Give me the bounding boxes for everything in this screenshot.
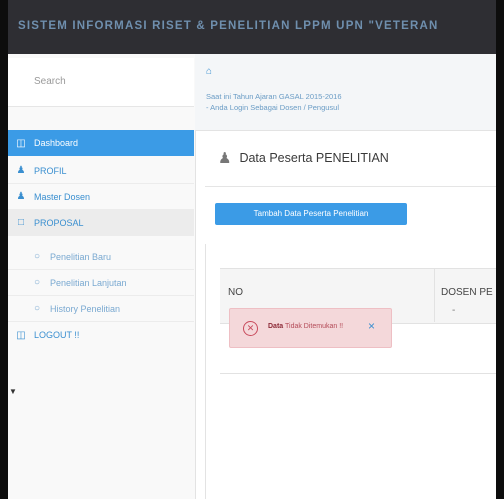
folder-icon: □ [17,217,25,228]
collapse-caret-icon[interactable]: ▼ [9,387,17,396]
sidebar-item-label: Dashboard [34,138,79,148]
sidebar-item-dashboard[interactable]: ◫ Dashboard [8,130,194,156]
sidebar-item-profil[interactable]: ♟ PROFIL [8,158,194,184]
sidebar-item-label: Penelitian Lanjutan [50,277,127,288]
add-participant-button[interactable]: Tambah Data Peserta Penelitian [215,203,407,225]
page-title-text: Data Peserta PENELITIAN [239,151,389,165]
search-input-placeholder: Search [34,76,66,87]
sidebar-item-master-dosen[interactable]: ♟ Master Dosen [8,184,194,210]
circle-icon: ○ [33,277,41,288]
sidebar-item-label: History Penelitian [50,303,121,314]
column-divider [434,268,435,322]
table-bottom-border [220,373,496,374]
page-title: ♟ Data Peserta PENELITIAN [218,149,389,167]
no-data-alert: ✕ Data Tidak Ditemukan !! × [229,308,392,348]
academic-year-text: Saat ini Tahun Ajaran GASAL 2015-2016 [206,92,342,101]
alert-message-bold: Data [268,323,284,330]
sidebar-search[interactable]: Search [8,58,194,107]
breadcrumb: ⌂ Saat ini Tahun Ajaran GASAL 2015-2016 … [195,54,496,131]
alert-message: Data Tidak Ditemukan !! [268,323,343,330]
sidebar-item-logout[interactable]: ◫ LOGOUT !! [8,322,194,348]
sidebar-item-penelitian-lanjutan[interactable]: ○ Penelitian Lanjutan [8,270,194,296]
column-header-no: NO [228,287,243,298]
sidebar-item-history-penelitian[interactable]: ○ History Penelitian [8,296,194,322]
sidebar-item-penelitian-baru[interactable]: ○ Penelitian Baru [8,244,194,270]
dashboard-icon: ◫ [16,137,26,149]
sidebar-item-label: Master Dosen [34,191,91,202]
window-frame-right [496,0,504,499]
table-cell-value: - [452,305,456,316]
circle-icon: ○ [33,251,41,262]
user-icon: ♟ [16,191,26,202]
alert-message-text: Tidak Ditemukan !! [283,323,344,330]
error-circle-icon: ✕ [243,321,258,336]
sidebar-item-label: LOGOUT !! [34,330,80,340]
home-icon[interactable]: ⌂ [206,66,212,77]
title-divider [205,186,496,187]
login-role-text: - Anda Login Sebagai Dosen / Pengusul [206,103,340,112]
sidebar-item-proposal[interactable]: □ PROPOSAL [8,210,194,236]
close-icon[interactable]: × [368,319,375,333]
circle-icon: ○ [33,303,41,314]
column-header-dosen: DOSEN PE [441,287,493,298]
sidebar-item-label: PROFIL [34,165,67,176]
app-title: SISTEM INFORMASI RISET & PENELITIAN LPPM… [18,20,439,32]
top-navbar: SISTEM INFORMASI RISET & PENELITIAN LPPM… [8,0,496,54]
logout-icon: ◫ [16,329,26,341]
window-frame-left [0,0,8,499]
sidebar-item-label: PROPOSAL [34,217,84,228]
user-icon: ♟ [218,150,232,167]
user-icon: ♟ [16,165,26,176]
sidebar-item-label: Penelitian Baru [50,251,112,262]
